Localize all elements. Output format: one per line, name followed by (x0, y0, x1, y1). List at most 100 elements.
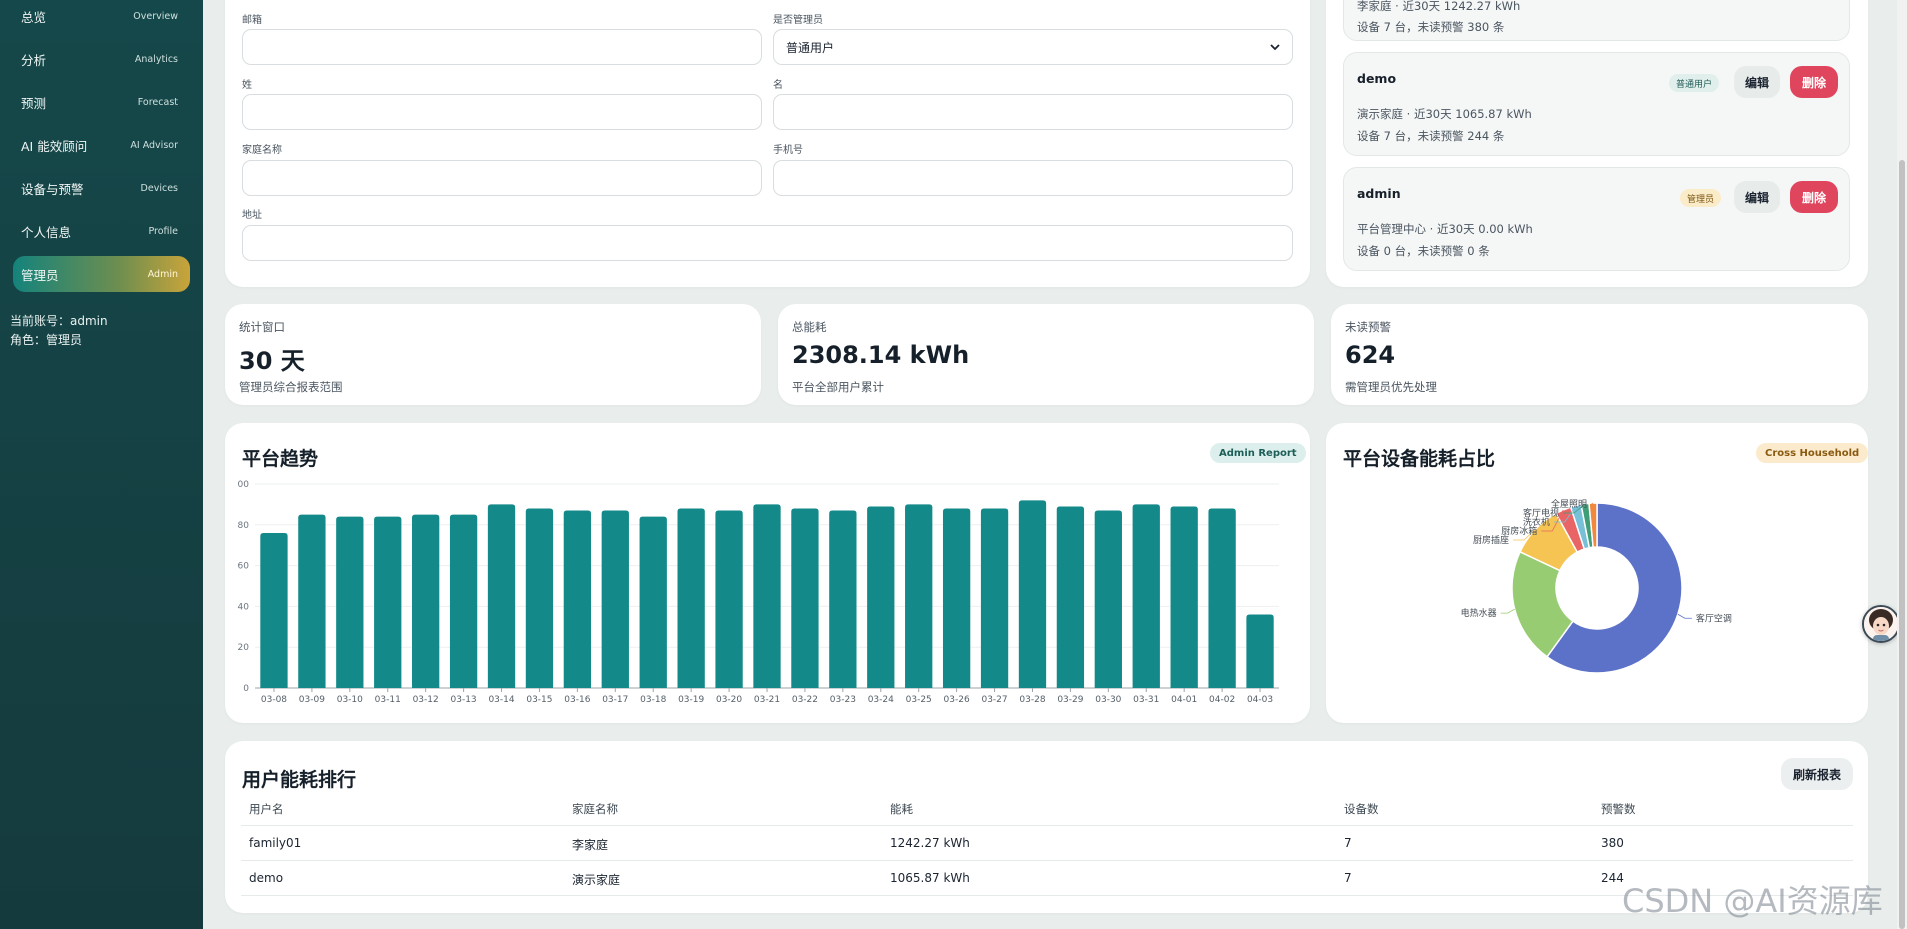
column-header-alerts: 预警数 (1601, 802, 1636, 816)
cross-household-badge: Cross Household (1756, 443, 1869, 463)
account-info: 当前账号：admin 角色：管理员 (10, 312, 108, 350)
user-summary: 李家庭 · 近30天 1242.27 kWh (1357, 0, 1521, 13)
bar-03-17 (601, 510, 629, 688)
is-admin-select[interactable]: 普通用户 (773, 29, 1293, 65)
is-admin-label: 是否管理员 (773, 15, 823, 26)
user-name: demo (1357, 71, 1397, 86)
bar-03-16 (563, 510, 592, 688)
bar-03-30 (1094, 510, 1122, 688)
bar-03-24 (867, 506, 895, 688)
stat-note: 需管理员优先处理 (1345, 380, 1437, 394)
bar-03-23 (829, 510, 857, 688)
user-devices: 设备 7 台，未读预警 244 条 (1357, 129, 1505, 143)
row-divider (241, 860, 1853, 861)
x-tick-label: 03-29 (1057, 695, 1083, 705)
last-name-label: 姓 (242, 80, 252, 91)
first-name-field[interactable] (773, 94, 1293, 130)
address-label: 地址 (242, 210, 262, 221)
sidebar: 总览 Overview 分析 Analytics 预测 Forecast AI 能效顾… (0, 0, 203, 929)
slice-label: 电热水器 (1461, 607, 1497, 619)
bar-03-20 (715, 510, 743, 688)
cell-username: family01 (249, 836, 302, 850)
y-tick-label: 00 (238, 480, 250, 490)
slice-label: 全屋照明 (1551, 498, 1587, 510)
cell-alerts: 380 (1601, 836, 1624, 850)
row-divider (241, 895, 1853, 896)
refresh-report-button[interactable]: 刷新报表 (1781, 758, 1853, 790)
stat-value: 2308.14 kWh (792, 341, 970, 369)
column-header-household: 家庭名称 (572, 802, 618, 816)
sidebar-item-overview[interactable]: 总览 Overview (13, 0, 190, 34)
ranking-title: 用户能耗排行 (242, 769, 357, 791)
stat-value: 624 (1345, 341, 1396, 369)
y-tick-label: 80 (238, 521, 250, 531)
cell-household: 演示家庭 (572, 873, 621, 887)
column-header-username: 用户名 (249, 802, 284, 816)
household-field[interactable] (242, 160, 762, 196)
x-tick-label: 03-22 (792, 695, 818, 705)
sidebar-item-admin[interactable]: 管理员 Admin (13, 256, 190, 292)
sidebar-item-analytics[interactable]: 分析 Analytics (13, 41, 190, 77)
is-admin-value: 普通用户 (786, 40, 835, 55)
stat-note: 管理员综合报表范围 (239, 380, 343, 394)
bar-03-21 (753, 504, 781, 688)
user-devices: 设备 0 台，未读预警 0 条 (1357, 244, 1490, 258)
edit-button[interactable]: 编辑 (1734, 181, 1780, 213)
x-tick-label: 03-08 (261, 695, 287, 705)
cell-energy: 1065.87 kWh (890, 871, 970, 885)
bar-03-10 (336, 516, 364, 688)
y-tick-label: 40 (238, 602, 250, 612)
stat-label: 未读预警 (1345, 320, 1391, 334)
sidebar-item-devices[interactable]: 设备与预警 Devices (13, 170, 190, 206)
sidebar-item-label: 管理员 (21, 267, 59, 283)
bar-03-18 (639, 516, 667, 688)
bar-03-27 (980, 508, 1009, 688)
bar-03-25 (905, 504, 933, 688)
delete-button[interactable]: 删除 (1790, 66, 1838, 98)
bar-03-22 (791, 508, 819, 688)
bar-04-03 (1246, 614, 1274, 688)
sidebar-item-forecast[interactable]: 预测 Forecast (13, 84, 190, 120)
email-field[interactable] (242, 29, 762, 65)
x-tick-label: 03-26 (944, 695, 970, 705)
edit-button[interactable]: 编辑 (1734, 66, 1780, 98)
address-field[interactable] (242, 225, 1293, 261)
y-tick-label: 20 (238, 643, 250, 653)
phone-label: 手机号 (773, 145, 803, 156)
device-share-donut: 客厅空调电热水器厨房插座厨房冰箱洗衣机客厅电视全屋照明 (1461, 498, 1732, 674)
bar-03-08 (260, 532, 288, 688)
x-tick-label: 03-23 (830, 695, 856, 705)
current-account: 当前账号：admin (10, 314, 108, 328)
last-name-field[interactable] (242, 94, 762, 130)
cell-energy: 1242.27 kWh (890, 836, 970, 850)
user-name: admin (1357, 186, 1401, 201)
trend-bar-chart: 0 20 40 60 80 00 03-08 03-09 03-10 03-11 03-12 03-1… (238, 480, 1279, 705)
phone-field[interactable] (773, 160, 1293, 196)
user-card-demo: demo 普通用户 编辑 删除 演示家庭 · 近30天 1065.87 kWh … (1343, 52, 1850, 156)
sidebar-item-sublabel: Devices (140, 182, 178, 194)
x-tick-label: 03-15 (526, 695, 552, 705)
x-tick-label: 04-01 (1171, 695, 1197, 705)
sidebar-item-label: 总览 (21, 9, 47, 25)
sidebar-item-ai-advisor[interactable]: AI 能效顾问 AI Advisor (13, 127, 190, 163)
x-tick-label: 04-03 (1247, 695, 1273, 705)
x-tick-label: 03-28 (1019, 695, 1045, 705)
sidebar-item-label: 个人信息 (21, 224, 72, 240)
column-header-devices: 设备数 (1344, 802, 1379, 816)
bar-03-15 (525, 508, 554, 688)
scrollbar-thumb[interactable] (1899, 160, 1905, 929)
current-role: 角色：管理员 (10, 333, 83, 347)
bar-03-19 (677, 508, 705, 688)
assistant-avatar-button[interactable] (1862, 605, 1900, 643)
y-tick-label: 0 (243, 684, 249, 694)
y-tick-label: 60 (238, 562, 250, 572)
user-summary: 平台管理中心 · 近30天 0.00 kWh (1357, 222, 1533, 236)
x-tick-label: 03-24 (868, 695, 894, 705)
bar-03-31 (1132, 504, 1160, 688)
sidebar-item-profile[interactable]: 个人信息 Profile (13, 213, 190, 249)
x-tick-label: 03-27 (981, 695, 1007, 705)
x-tick-label: 03-19 (678, 695, 704, 705)
x-tick-label: 03-21 (754, 695, 780, 705)
x-tick-label: 03-09 (299, 695, 325, 705)
delete-button[interactable]: 删除 (1790, 181, 1838, 213)
